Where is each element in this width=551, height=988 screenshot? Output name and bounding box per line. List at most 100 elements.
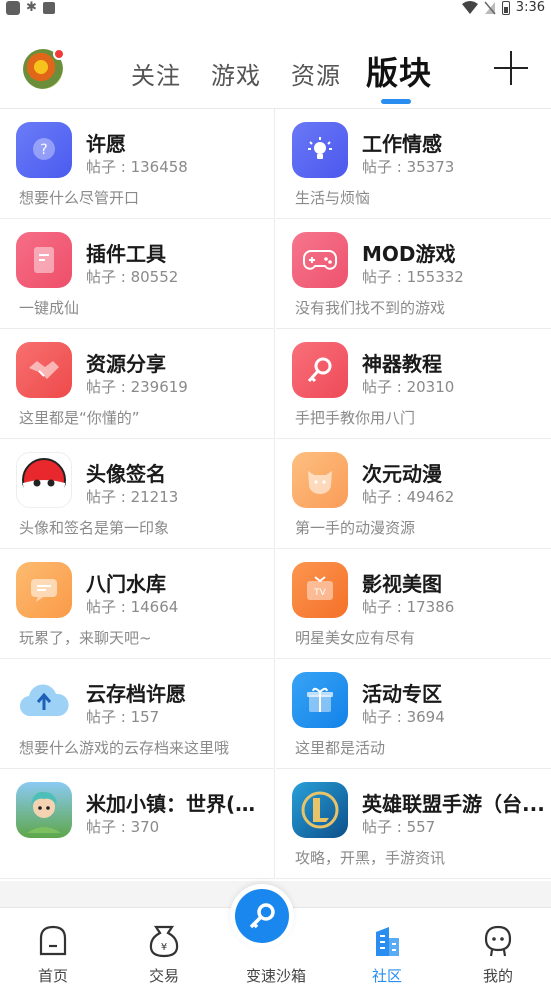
board-description: 想要什么尽管开口 bbox=[19, 189, 140, 207]
status-left: ✱ bbox=[6, 1, 55, 15]
board-description: 生活与烦恼 bbox=[295, 189, 371, 207]
board-post-count: 帖子 : 155332 bbox=[362, 268, 464, 286]
board-name: 影视美图 bbox=[362, 572, 442, 596]
board-item[interactable]: 工作情感 帖子 : 35373 生活与烦恼 bbox=[276, 109, 551, 219]
board-item[interactable]: ? 许愿 帖子 : 136458 想要什么尽管开口 bbox=[0, 109, 275, 219]
tab-boards[interactable]: 版块 bbox=[366, 48, 432, 94]
gift-icon bbox=[292, 672, 348, 728]
chat-icon bbox=[16, 562, 72, 618]
handshake-icon bbox=[16, 342, 72, 398]
board-name: 云存档许愿 bbox=[86, 682, 186, 706]
status-right: 3:36 bbox=[461, 0, 545, 15]
key-icon bbox=[292, 342, 348, 398]
board-name: 活动专区 bbox=[362, 682, 442, 706]
nav-label: 首页 bbox=[37, 967, 68, 985]
nav-label: 变速沙箱 bbox=[245, 967, 306, 985]
active-tab-indicator bbox=[381, 99, 411, 104]
board-item[interactable]: 神器教程 帖子 : 20310 手把手教你用八门 bbox=[276, 329, 551, 439]
board-item[interactable]: 八门水库 帖子 : 14664 玩累了，来聊天吧~ bbox=[0, 549, 275, 659]
tab-games[interactable]: 游戏 bbox=[211, 56, 261, 91]
svg-text:¥: ¥ bbox=[161, 942, 167, 953]
board-post-count: 帖子 : 17386 bbox=[362, 598, 455, 616]
lol-app-icon bbox=[292, 782, 348, 838]
board-post-count: 帖子 : 20310 bbox=[362, 378, 455, 396]
board-post-count: 帖子 : 35373 bbox=[362, 158, 455, 176]
nav-speed-sandbox[interactable]: 变速沙箱 bbox=[230, 884, 321, 988]
board-description: 想要什么游戏的云存档来这里哦 bbox=[19, 739, 230, 757]
home-icon bbox=[39, 925, 67, 956]
board-name: 插件工具 bbox=[86, 242, 166, 266]
nav-profile[interactable]: 我的 bbox=[453, 908, 543, 988]
status-bar: ✱ 3:36 bbox=[0, 0, 551, 18]
board-post-count: 帖子 : 239619 bbox=[86, 378, 188, 396]
board-post-count: 帖子 : 80552 bbox=[86, 268, 179, 286]
svg-text:?: ? bbox=[40, 142, 47, 158]
wifi-icon bbox=[461, 0, 478, 14]
status-time: 3:36 bbox=[515, 0, 545, 15]
document-icon bbox=[16, 232, 72, 288]
bottom-nav: 首页 ¥ 交易 变速沙箱 社区 我的 bbox=[0, 884, 551, 988]
board-name: 神器教程 bbox=[362, 352, 442, 376]
board-description: 这里都是“你懂的” bbox=[19, 409, 140, 427]
board-name: 英雄联盟手游（台... bbox=[362, 792, 545, 816]
notification-square-icon bbox=[6, 1, 20, 15]
svg-text:TV: TV bbox=[313, 588, 326, 598]
board-name: 许愿 bbox=[86, 132, 126, 156]
top-tabs: 关注 游戏 资源 版块 bbox=[0, 48, 551, 98]
add-icon[interactable] bbox=[494, 51, 528, 85]
board-description: 明星美女应有尽有 bbox=[295, 629, 416, 647]
board-post-count: 帖子 : 370 bbox=[86, 818, 160, 836]
board-description: 这里都是活动 bbox=[295, 739, 386, 757]
board-name: 工作情感 bbox=[362, 132, 442, 156]
signal-off-icon bbox=[484, 1, 496, 14]
board-post-count: 帖子 : 49462 bbox=[362, 488, 455, 506]
board-item[interactable]: MOD游戏 帖子 : 155332 没有我们找不到的游戏 bbox=[276, 219, 551, 329]
board-item[interactable]: 次元动漫 帖子 : 49462 第一手的动漫资源 bbox=[276, 439, 551, 549]
community-building-icon bbox=[376, 927, 399, 956]
lightbulb-icon bbox=[292, 122, 348, 178]
profile-icon bbox=[484, 925, 512, 957]
nav-label: 我的 bbox=[482, 967, 513, 985]
board-name: 八门水库 bbox=[86, 572, 166, 596]
board-description: 玩累了，来聊天吧~ bbox=[19, 629, 152, 647]
speed-sandbox-button[interactable] bbox=[230, 884, 294, 948]
board-name: 资源分享 bbox=[86, 352, 166, 376]
board-name: MOD游戏 bbox=[362, 242, 456, 266]
board-post-count: 帖子 : 136458 bbox=[86, 158, 188, 176]
board-item[interactable]: 插件工具 帖子 : 80552 一键成仙 bbox=[0, 219, 275, 329]
game-app-icon bbox=[16, 782, 72, 838]
board-name: 次元动漫 bbox=[362, 462, 442, 486]
pokeball-face-icon bbox=[16, 452, 72, 508]
money-bag-icon: ¥ bbox=[149, 925, 179, 958]
board-post-count: 帖子 : 557 bbox=[362, 818, 436, 836]
notification-app-icon bbox=[42, 2, 55, 14]
board-name: 米加小镇：世界(新... bbox=[86, 792, 271, 816]
tab-resources[interactable]: 资源 bbox=[291, 56, 341, 91]
tv-icon: TV bbox=[292, 562, 348, 618]
nav-community[interactable]: 社区 bbox=[342, 908, 432, 988]
board-item[interactable]: 米加小镇：世界(新... 帖子 : 370 bbox=[0, 769, 275, 879]
board-post-count: 帖子 : 3694 bbox=[362, 708, 445, 726]
board-item[interactable]: 活动专区 帖子 : 3694 这里都是活动 bbox=[276, 659, 551, 769]
top-header: 关注 游戏 资源 版块 bbox=[0, 18, 551, 108]
battery-icon bbox=[501, 0, 510, 15]
board-description: 第一手的动漫资源 bbox=[295, 519, 416, 537]
speed-key-icon bbox=[235, 889, 289, 943]
nav-home[interactable]: 首页 bbox=[8, 908, 98, 988]
board-item[interactable]: 资源分享 帖子 : 239619 这里都是“你懂的” bbox=[0, 329, 275, 439]
question-bubble-icon: ? bbox=[16, 122, 72, 178]
nav-trade[interactable]: ¥ 交易 bbox=[119, 908, 209, 988]
notification-bug-icon: ✱ bbox=[26, 0, 37, 15]
board-post-count: 帖子 : 21213 bbox=[86, 488, 179, 506]
board-item[interactable]: 头像签名 帖子 : 21213 头像和签名是第一印象 bbox=[0, 439, 275, 549]
board-item[interactable]: 英雄联盟手游（台... 帖子 : 557 攻略，开黑，手游资讯 bbox=[276, 769, 551, 879]
board-item[interactable]: TV 影视美图 帖子 : 17386 明星美女应有尽有 bbox=[276, 549, 551, 659]
tab-follow[interactable]: 关注 bbox=[131, 56, 181, 91]
cloud-upload-icon bbox=[16, 672, 72, 728]
board-item[interactable]: 云存档许愿 帖子 : 157 想要什么游戏的云存档来这里哦 bbox=[0, 659, 275, 769]
board-post-count: 帖子 : 157 bbox=[86, 708, 160, 726]
board-description: 攻略，开黑，手游资讯 bbox=[295, 849, 446, 867]
board-grid: ? 许愿 帖子 : 136458 想要什么尽管开口 工作情感 帖子 : 3537… bbox=[0, 108, 551, 881]
nav-label: 社区 bbox=[371, 967, 402, 985]
nav-label: 交易 bbox=[148, 967, 179, 985]
